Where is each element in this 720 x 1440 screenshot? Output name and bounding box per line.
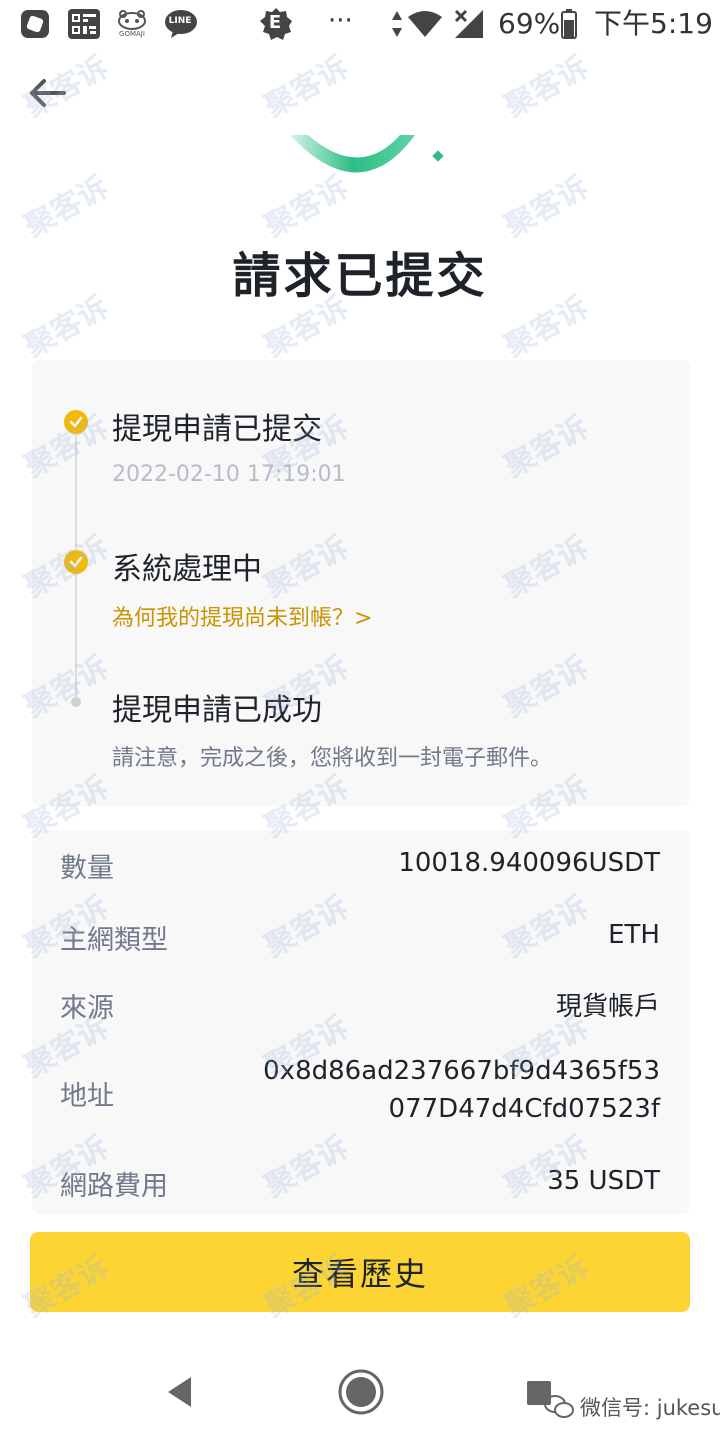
step-title-processing: 系統處理中 [112,552,262,587]
success-check-icon [250,80,470,180]
gomaji-label: GOMAJI [119,30,145,38]
cell-signal-icon [452,8,486,40]
line-icon: LINE [162,8,200,40]
step-pending-dot-icon [71,697,81,707]
amount-label: 數量 [60,853,114,884]
address-value-line2: 077D47d4Cfd07523f [388,1094,660,1124]
why-not-arrived-link[interactable]: 為何我的提現尚未到帳？> [112,600,372,632]
page-title: 請求已提交 [232,248,488,304]
status-bar: GOMAJI LINE E ··· 69% 下午5:19 [0,0,720,50]
arrow-left-icon [30,79,66,107]
battery-percentage: 69% [498,7,561,40]
e-app-label: E [268,12,282,33]
more-notifications-indicator: ··· [328,6,353,36]
step-title-submitted: 提現申請已提交 [112,412,322,447]
view-history-button[interactable]: 查看歷史 [30,1232,690,1312]
nav-home-circle-icon [338,1369,384,1415]
withdrawal-details-card: 數量 10018.940096USDT 主網類型 ETH 來源 現貨帳戶 地址 … [32,830,690,1214]
withdrawal-progress-card: 提現申請已提交 2022-02-10 17:19:01 系統處理中 為何我的提現… [32,360,690,806]
network-fee-value: 35 USDT [547,1166,660,1196]
nav-back-triangle-icon [168,1377,191,1407]
back-button[interactable] [22,68,72,118]
status-time: 下午5:19 [594,7,713,40]
wechat-id-label: 微信号: jukesu [580,1396,720,1420]
network-label: 主網類型 [60,925,168,956]
step-completed-check-icon [64,550,88,574]
address-label: 地址 [60,1081,114,1112]
watermark-text: 聚客诉 [19,169,115,245]
step-title-success: 提現申請已成功 [112,693,322,728]
e-app-icon: E [258,8,294,40]
wechat-watermark-tag: 微信号: jukesu [544,1390,720,1424]
wifi-icon [406,8,444,40]
network-fee-label: 網路費用 [60,1171,168,1202]
gomaji-icon: GOMAJI [114,8,150,40]
nav-home-button[interactable] [336,1367,386,1417]
watermark-text: 聚客诉 [499,49,595,125]
app-notification-icon [18,8,52,40]
withdrawal-submitted-screen: GOMAJI LINE E ··· 69% 下午5:19 請求已提交 提現申請已… [0,0,720,1440]
watermark-text: 聚客诉 [499,169,595,245]
nav-back-button[interactable] [158,1370,202,1414]
source-label: 來源 [60,993,114,1024]
address-value-line1: 0x8d86ad237667bf9d4365f53 [263,1056,660,1086]
email-notice-text: 請注意，完成之後，您將收到一封電子郵件。 [112,746,553,771]
network-value: ETH [608,920,660,950]
wechat-icon [544,1395,574,1418]
amount-value: 10018.940096USDT [398,848,660,878]
battery-icon [560,8,578,40]
data-transfer-icon [390,8,404,40]
step-timestamp: 2022-02-10 17:19:01 [112,462,346,487]
line-label: LINE [168,16,192,26]
step-completed-check-icon [64,410,88,434]
qr-scan-icon [66,8,102,40]
source-value: 現貨帳戶 [555,992,660,1022]
